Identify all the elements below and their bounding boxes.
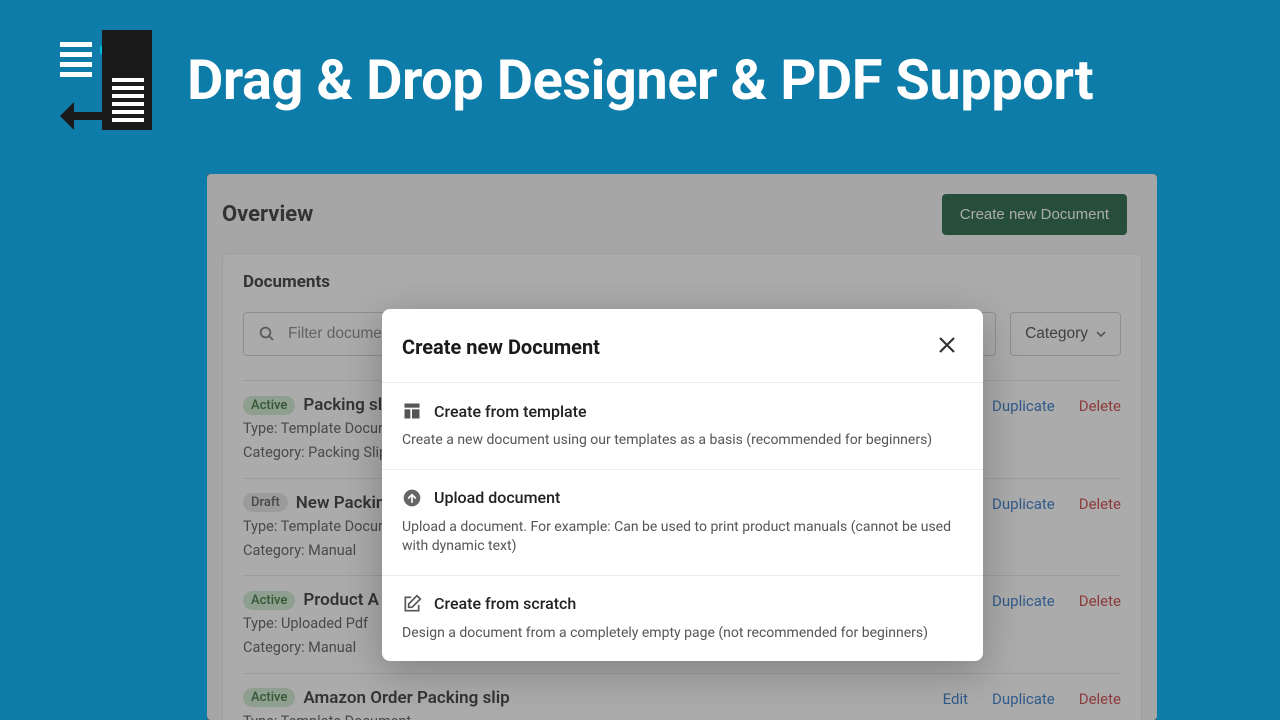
option-title: Create from template [434,402,587,421]
page-title: Drag & Drop Designer & PDF Support [187,47,1093,113]
create-document-modal: Create new Document Create from template… [382,309,983,661]
option-upload-document[interactable]: Upload document Upload a document. For e… [382,470,983,576]
option-title: Create from scratch [434,594,576,613]
app-logo-icon [60,30,152,130]
close-icon [937,335,957,355]
option-create-from-scratch[interactable]: Create from scratch Design a document fr… [382,576,983,662]
upload-icon [402,488,422,508]
option-desc: Design a document from a completely empt… [402,624,963,644]
close-button[interactable] [933,331,961,362]
modal-header: Create new Document [382,309,983,383]
template-icon [402,401,422,421]
option-desc: Create a new document using our template… [402,431,963,451]
option-desc: Upload a document. For example: Can be u… [402,518,963,557]
option-title: Upload document [434,488,560,507]
modal-title: Create new Document [402,335,600,359]
page-header: Drag & Drop Designer & PDF Support [0,0,1280,150]
edit-icon [402,594,422,614]
option-create-from-template[interactable]: Create from template Create a new docume… [382,383,983,470]
